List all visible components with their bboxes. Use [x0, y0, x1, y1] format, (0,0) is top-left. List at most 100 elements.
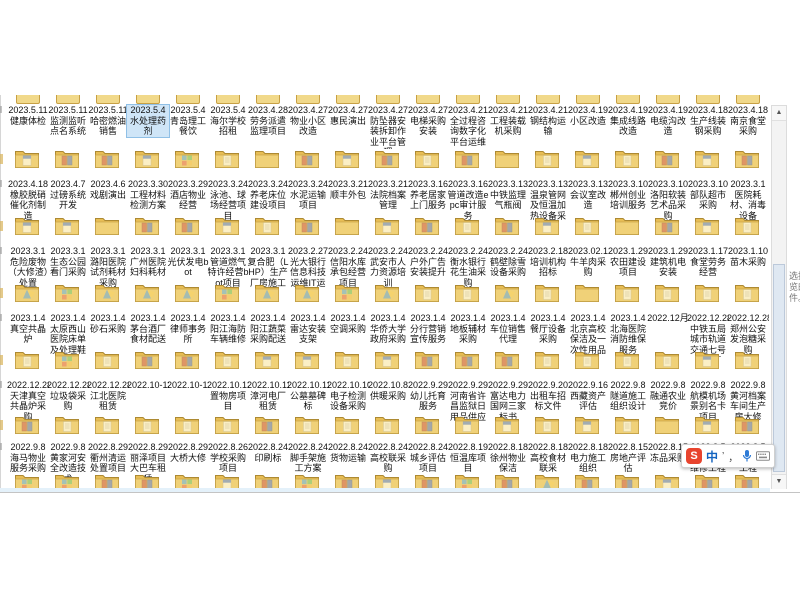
folder-icon[interactable]	[14, 280, 40, 304]
folder-icon[interactable]	[414, 213, 440, 237]
folder-label[interactable]: 2023.5.11健康体检	[7, 105, 49, 126]
ime-chinese-mode-icon[interactable]: 中	[706, 448, 718, 465]
folder-icon[interactable]	[654, 213, 680, 237]
folder-label[interactable]: 2022.8.29大桥大修	[167, 442, 209, 463]
folder-label[interactable]: 2023.1.4真空共晶炉	[7, 313, 49, 345]
folder-icon[interactable]	[334, 146, 360, 170]
folder-icon-stub[interactable]	[536, 95, 560, 104]
folder-icon[interactable]	[574, 347, 600, 371]
folder-icon[interactable]	[254, 146, 280, 170]
folder-label[interactable]: 2022.10.8供暖采购	[367, 380, 409, 401]
folder-icon[interactable]	[494, 347, 520, 371]
folder-label[interactable]: 2023.4.21钢结构运输	[527, 105, 569, 137]
folder-icon[interactable]	[214, 146, 240, 170]
folder-icon[interactable]	[54, 213, 80, 237]
folder-icon[interactable]	[734, 280, 760, 304]
folder-icon[interactable]	[654, 347, 680, 371]
folder-icon[interactable]	[374, 146, 400, 170]
folder-icon[interactable]	[334, 347, 360, 371]
folder-icon[interactable]	[574, 146, 600, 170]
folder-icon[interactable]	[134, 412, 160, 436]
folder-label[interactable]: 2022.10.11漳河电厂租赁	[247, 380, 289, 412]
folder-label[interactable]: 2022.8.18电力施工组织	[567, 442, 609, 474]
folder-label[interactable]: 2022.8.18徐州物业保洁	[487, 442, 529, 474]
folder-label[interactable]: 2023.4.21工程装载机采购	[487, 105, 529, 137]
folder-icon[interactable]	[454, 280, 480, 304]
folder-icon[interactable]	[694, 146, 720, 170]
folder-icon[interactable]	[94, 470, 120, 489]
folder-icon[interactable]	[294, 412, 320, 436]
folder-icon[interactable]	[54, 280, 80, 304]
folder-icon[interactable]	[334, 470, 360, 489]
folder-icon[interactable]	[534, 470, 560, 489]
folder-icon[interactable]	[694, 213, 720, 237]
folder-label[interactable]: 2022.12.28垃圾袋采购	[47, 380, 89, 412]
folder-label[interactable]: 2023.3.13会议室改造	[567, 179, 609, 211]
folder-label[interactable]: 2023.3.21法院档案管理	[367, 179, 409, 211]
folder-label[interactable]: 2023.3.16养老居家上门服务	[407, 179, 449, 211]
folder-label[interactable]: 2023.5.11哈密燃油销售	[87, 105, 129, 137]
folder-icon[interactable]	[94, 280, 120, 304]
folder-label[interactable]: 2023.4.18生产线装钢采购	[687, 105, 729, 137]
folder-icon[interactable]	[454, 146, 480, 170]
folder-label[interactable]: 2023.4.18南京食堂采购	[727, 105, 769, 137]
folder-icon-stub[interactable]	[96, 95, 120, 104]
folder-label[interactable]: 2023.4.27惠民演出	[327, 105, 369, 126]
folder-icon[interactable]	[654, 280, 680, 304]
folder-icon[interactable]	[494, 146, 520, 170]
folder-label[interactable]: 2022.9.8海马物业服务采购	[7, 442, 49, 474]
folder-label[interactable]: 2023.1.4餐厅设备采购	[527, 313, 569, 345]
folder-icon-stub[interactable]	[256, 95, 280, 104]
folder-icon[interactable]	[54, 412, 80, 436]
folder-label[interactable]: 2022.9.8隧道施工组织设计	[607, 380, 649, 412]
sogou-logo-icon[interactable]: S	[686, 448, 702, 464]
folder-icon-stub[interactable]	[616, 95, 640, 104]
file-grid[interactable]: 2023.5.11健康体检2023.5.11监测监听点名系统2023.5.11哈…	[0, 0, 770, 489]
folder-icon[interactable]	[374, 470, 400, 489]
folder-icon[interactable]	[654, 146, 680, 170]
folder-label[interactable]: 2023.4.19电缆沟改造	[647, 105, 689, 137]
folder-icon[interactable]	[294, 146, 320, 170]
ime-comma-icon[interactable]: ，	[728, 449, 738, 464]
folder-icon[interactable]	[134, 213, 160, 237]
folder-label[interactable]: 2023.1.29建筑机电安装	[647, 246, 689, 278]
folder-icon[interactable]	[134, 470, 160, 489]
folder-icon[interactable]	[454, 470, 480, 489]
folder-label[interactable]: 2023.3.1生态公园看门采购	[47, 246, 89, 278]
folder-icon[interactable]	[334, 412, 360, 436]
folder-label[interactable]: 2023.5.4水处理药剂	[127, 105, 169, 137]
folder-label[interactable]: 2023.02.1牛羊肉采购	[567, 246, 609, 278]
folder-label[interactable]: 2023.3.10郴州创业培训服务	[607, 179, 649, 211]
folder-label[interactable]: 2022.9.8融通农业竞价	[647, 380, 689, 412]
folder-icon[interactable]	[214, 470, 240, 489]
folder-icon[interactable]	[494, 280, 520, 304]
folder-icon[interactable]	[294, 347, 320, 371]
folder-label[interactable]: 2023.3.13中铁监理气瓶阀	[487, 179, 529, 211]
folder-label[interactable]: 2022.9.16西藏资产评估	[567, 380, 609, 412]
folder-icon[interactable]	[214, 280, 240, 304]
keyboard-icon[interactable]	[756, 451, 770, 461]
folder-icon-stub[interactable]	[56, 95, 80, 104]
folder-icon[interactable]	[14, 347, 40, 371]
folder-label[interactable]: 2023.1.4砂石采购	[87, 313, 129, 334]
folder-icon[interactable]	[614, 470, 640, 489]
folder-label[interactable]: 2023.4.7过磅系统开发	[47, 179, 89, 211]
folder-label[interactable]: 2023.1.29农田建设项目	[607, 246, 649, 278]
folder-icon[interactable]	[494, 412, 520, 436]
folder-icon[interactable]	[174, 470, 200, 489]
folder-label[interactable]: 2022.9.29幼儿托育服务	[407, 380, 449, 412]
folder-icon[interactable]	[414, 412, 440, 436]
folder-icon[interactable]	[294, 470, 320, 489]
folder-label[interactable]: 2022.8.15房地产评估	[607, 442, 649, 474]
folder-label[interactable]: 2022.8.19恒温库项目	[447, 442, 489, 474]
folder-icon[interactable]	[614, 347, 640, 371]
folder-label[interactable]: 2023.3.30工程材料检测方案	[127, 179, 169, 211]
folder-icon[interactable]	[374, 347, 400, 371]
folder-label[interactable]: 2023.1.4雷达安装支架	[287, 313, 329, 345]
folder-icon[interactable]	[54, 347, 80, 371]
folder-icon[interactable]	[134, 347, 160, 371]
folder-icon[interactable]	[694, 347, 720, 371]
folder-label[interactable]: 2023.1.4分行营销宣传服务	[407, 313, 449, 345]
folder-icon[interactable]	[494, 470, 520, 489]
folder-label[interactable]: 2023.3.29酒店物业经营	[167, 179, 209, 211]
